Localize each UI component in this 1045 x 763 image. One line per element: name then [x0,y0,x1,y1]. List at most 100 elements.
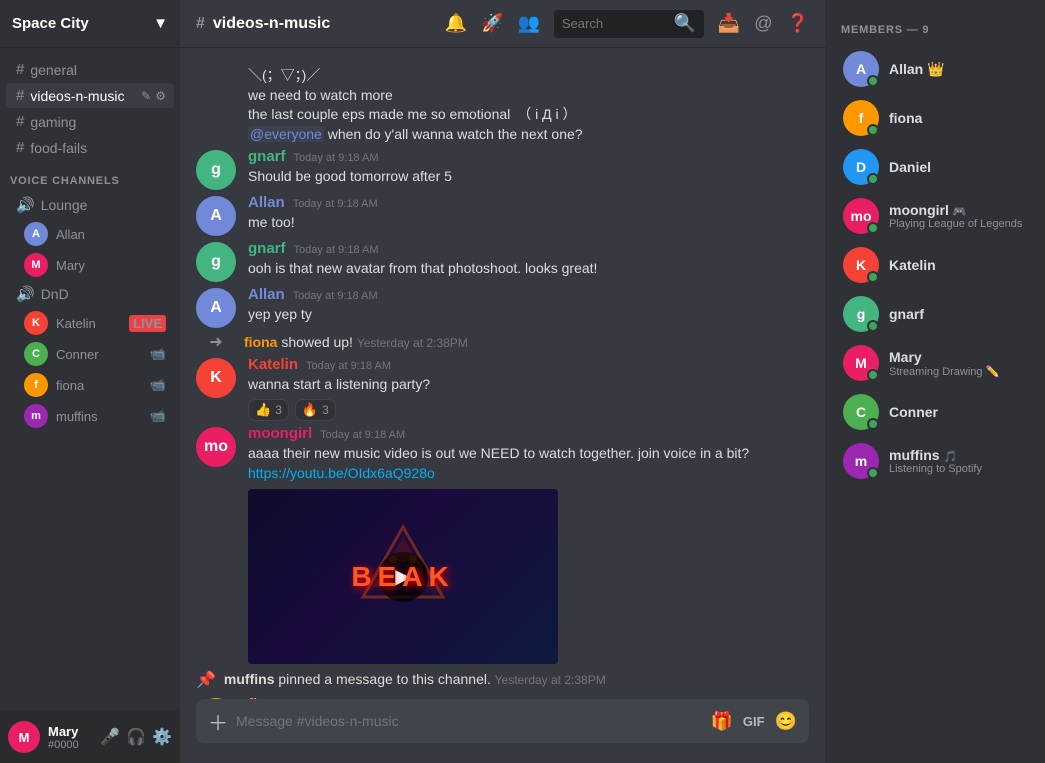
members-header: MEMBERS — 9 [825,16,1045,44]
message-content: gnarf Today at 9:18 AM Should be good to… [248,148,809,190]
status-dot [867,124,879,136]
crown-icon: 👑 [927,61,944,77]
main-channel: # videos-n-music 🔔 🚀 👥 🔍 📥 @ ❓ ＼(；▽；)／ w… [180,0,825,763]
voice-member-muffins[interactable]: m muffins 📹 [6,401,174,431]
message-link: https://youtu.be/OIdx6aQ928o [248,464,809,484]
message-header: moongirl Today at 9:18 AM [248,425,809,442]
video-icon: 📹 [150,408,166,424]
members-panel: MEMBERS — 9 A Allan 👑 f fiona D Dan [825,0,1045,763]
member-item-gnarf[interactable]: g gnarf [831,290,1039,338]
current-user-avatar: M [8,721,40,753]
reaction-thumbsup[interactable]: 👍 3 [248,399,289,421]
message-avatar: g [196,150,236,190]
message-username: gnarf [248,148,286,165]
join-username: fiona [244,334,277,350]
status-dot [867,75,879,87]
gift-icon[interactable]: 🎁 [710,711,732,732]
member-info: Katelin [889,257,1027,273]
video-thumbnail: BEAK ▶ [248,489,558,664]
reaction-fire[interactable]: 🔥 3 [295,399,336,421]
user-info: Mary #0000 [48,724,92,751]
boost-icon[interactable]: 🚀 [481,13,503,34]
message-text: muffins pinned a message to this channel… [224,670,606,690]
game-badge: 🎮 [953,206,967,218]
spotify-badge: 🎵 [943,451,957,463]
member-avatar: M [843,345,879,381]
members-icon[interactable]: 👥 [517,13,539,34]
current-user-tag: #0000 [48,739,92,751]
member-avatar: C [843,394,879,430]
pin-username: muffins [224,671,275,687]
message-content: Katelin Today at 9:18 AM wanna start a l… [248,356,809,421]
message-input[interactable] [236,713,702,729]
help-icon[interactable]: ❓ [787,13,809,34]
member-name: Katelin [889,257,1027,273]
message-username: gnarf [248,240,286,257]
messages-area: ＼(；▽；)／ we need to watch more the last c… [180,48,825,699]
status-dot [867,271,879,283]
video-link[interactable]: https://youtu.be/OIdx6aQ928o [248,465,435,481]
message: K Katelin Today at 9:18 AM wanna start a… [180,354,825,423]
member-item-mary[interactable]: M Mary Streaming Drawing ✏️ [831,339,1039,387]
member-item-allan[interactable]: A Allan 👑 [831,45,1039,93]
channel-item-gaming[interactable]: # gaming [6,109,174,134]
bell-icon[interactable]: 🔔 [445,13,467,34]
channel-item-general[interactable]: # general [6,57,174,82]
message-username: fiona [248,696,284,699]
hash-icon: # [16,61,24,78]
server-name: Space City [12,15,89,32]
voice-member-mary[interactable]: M Mary [6,250,174,280]
member-item-katelin[interactable]: K Katelin [831,241,1039,289]
search-input[interactable] [562,16,668,31]
member-item-conner[interactable]: C Conner [831,388,1039,436]
server-header[interactable]: Space City ▼ [0,0,180,48]
emoji-icon[interactable]: 😊 [775,711,797,732]
status-dot [867,320,879,332]
voice-member-conner[interactable]: C Conner 📹 [6,339,174,369]
message-content: gnarf Today at 9:18 AM ooh is that new a… [248,240,809,282]
member-item-fiona[interactable]: f fiona [831,94,1039,142]
channel-list: # general # videos-n-music ✎ ⚙ # gaming … [0,48,180,711]
message: g gnarf Today at 9:18 AM Should be good … [180,146,825,192]
voice-member-katelin[interactable]: K Katelin LIVE [6,308,174,338]
voice-channel-dnd[interactable]: 🔊 DnD [6,281,174,307]
gif-icon[interactable]: GIF [743,714,765,729]
sidebar: Space City ▼ # general # videos-n-music … [0,0,180,763]
voice-channels-label[interactable]: VOICE CHANNELS [0,161,180,191]
message-header: fiona Today at 9:18 AM [248,696,809,699]
channel-name-videos: videos-n-music [30,88,135,104]
edit-icon[interactable]: ✎ [141,89,151,103]
join-timestamp: Yesterday at 2:38PM [357,336,468,350]
search-icon: 🔍 [673,13,695,34]
voice-channel-lounge[interactable]: 🔊 Lounge [6,192,174,218]
member-avatar: D [843,149,879,185]
member-item-muffins[interactable]: m muffins 🎵 Listening to Spotify [831,437,1039,485]
channel-item-videos-n-music[interactable]: # videos-n-music ✎ ⚙ [6,83,174,108]
message-timestamp: Today at 9:18 AM [306,360,391,372]
status-dot [867,418,879,430]
mention: @everyone [248,126,324,142]
settings-icon[interactable]: ⚙️ [152,727,172,747]
member-item-daniel[interactable]: D Daniel [831,143,1039,191]
member-item-moongirl[interactable]: mo moongirl 🎮 Playing League of Legends [831,192,1039,240]
mention-icon[interactable]: @ [754,13,772,34]
inbox-icon[interactable]: 📥 [718,13,740,34]
add-button[interactable]: ＋ [208,707,228,736]
message-content: Allan Today at 9:18 AM yep yep ty [248,286,809,328]
message-header: Katelin Today at 9:18 AM [248,356,809,373]
voice-member-fiona[interactable]: f fiona 📹 [6,370,174,400]
voice-icons: 📹 [150,408,166,424]
search-bar[interactable]: 🔍 [554,10,704,38]
status-dot [867,173,879,185]
channel-item-food-fails[interactable]: # food-fails [6,135,174,160]
voice-member-allan[interactable]: A Allan [6,219,174,249]
message-avatar: g [196,242,236,282]
mic-icon[interactable]: 🎤 [100,727,120,747]
channel-header: # videos-n-music 🔔 🚀 👥 🔍 📥 @ ❓ [180,0,825,48]
video-icon: 📹 [150,377,166,393]
gear-icon[interactable]: ⚙ [155,89,166,103]
headphone-icon[interactable]: 🎧 [126,727,146,747]
member-info: Allan 👑 [889,61,1027,78]
message-fiona-join: ➜ fiona showed up! Yesterday at 2:38PM [180,330,825,354]
member-info: Conner [889,404,1027,420]
